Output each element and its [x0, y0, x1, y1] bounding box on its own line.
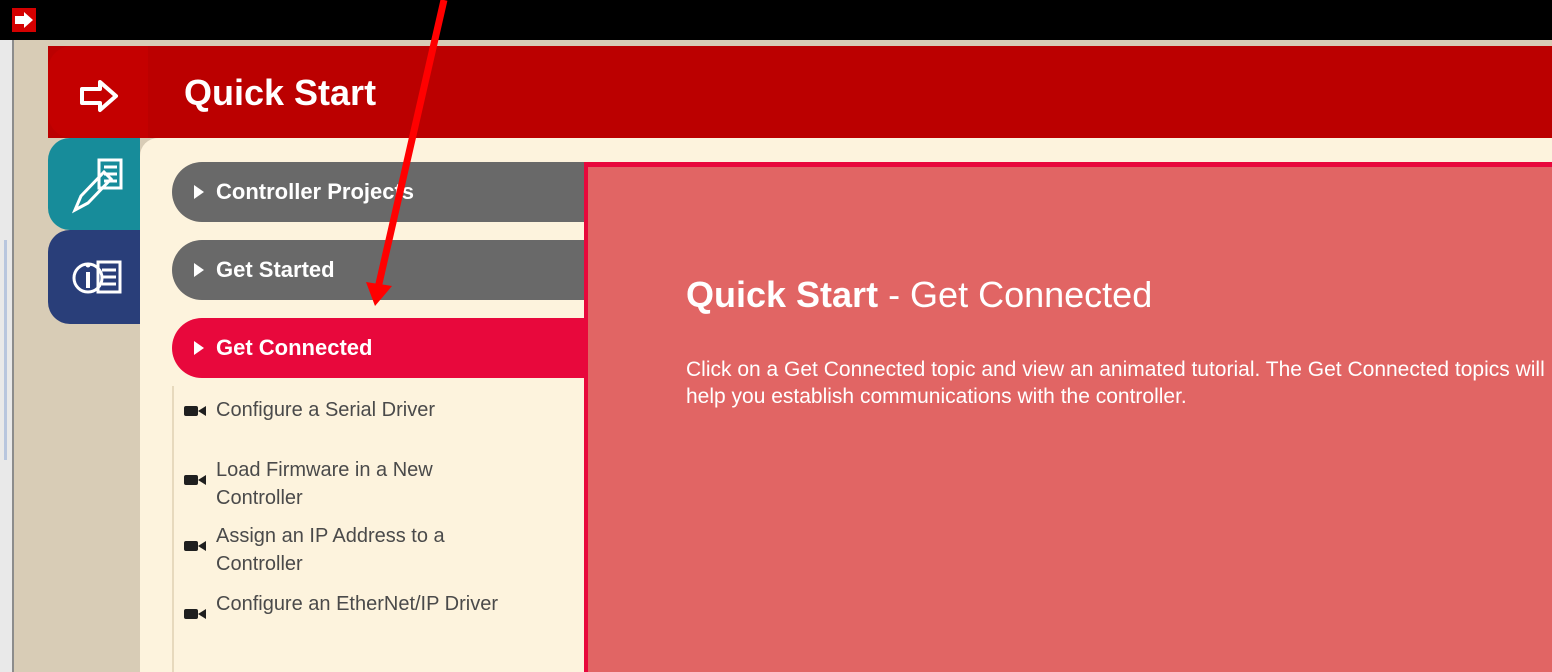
app-logo-icon [12, 8, 36, 32]
content-heading-rest: - Get Connected [878, 274, 1153, 315]
window-left-edge [0, 40, 14, 672]
pencil-list-icon [71, 158, 123, 214]
tab-tools[interactable] [48, 138, 140, 230]
video-camera-icon [184, 475, 206, 485]
topic-assign-ip-address[interactable]: Assign an IP Address to a Controller [184, 522, 524, 578]
tab-info[interactable] [48, 230, 140, 324]
nav-get-started[interactable]: Get Started [172, 240, 584, 300]
topic-detail-panel [584, 162, 1552, 672]
topic-label: Load Firmware in a New Controller [216, 459, 433, 509]
quick-start-page: Quick Start Controller Projects Get Star… [0, 0, 1552, 672]
topic-label: Configure a Serial Driver [216, 399, 435, 421]
scrollbar-edge [4, 240, 7, 460]
nav-label: Controller Projects [216, 179, 415, 204]
topic-configure-ethernet-ip[interactable]: Configure an EtherNet/IP Driver [184, 590, 524, 620]
video-camera-icon [184, 609, 206, 619]
nav-label: Get Connected [216, 335, 373, 360]
caret-right-icon [194, 341, 204, 355]
content-heading-bold: Quick Start [686, 274, 879, 315]
nav-get-connected[interactable]: Get Connected [172, 318, 584, 378]
info-list-icon [72, 260, 122, 294]
topic-load-firmware[interactable]: Load Firmware in a New Controller [184, 456, 524, 512]
caret-right-icon [194, 263, 204, 277]
nav-label: Get Started [216, 257, 335, 282]
page-title: Quick Start [184, 72, 377, 113]
topic-label: Assign an IP Address to a Controller [216, 525, 445, 575]
content-description: Click on a Get Connected topic and view … [686, 358, 1545, 408]
topic-label: Configure an EtherNet/IP Driver [216, 593, 498, 615]
content-heading: Quick Start - Get Connected [686, 274, 1152, 316]
right-arrow-icon [76, 78, 122, 119]
topic-configure-serial-driver[interactable]: Configure a Serial Driver [184, 396, 524, 424]
video-camera-icon [184, 541, 206, 551]
window-title-bar [0, 0, 1552, 40]
caret-right-icon [194, 185, 204, 199]
video-camera-icon [184, 406, 206, 416]
nav-controller-projects[interactable]: Controller Projects [172, 162, 584, 222]
